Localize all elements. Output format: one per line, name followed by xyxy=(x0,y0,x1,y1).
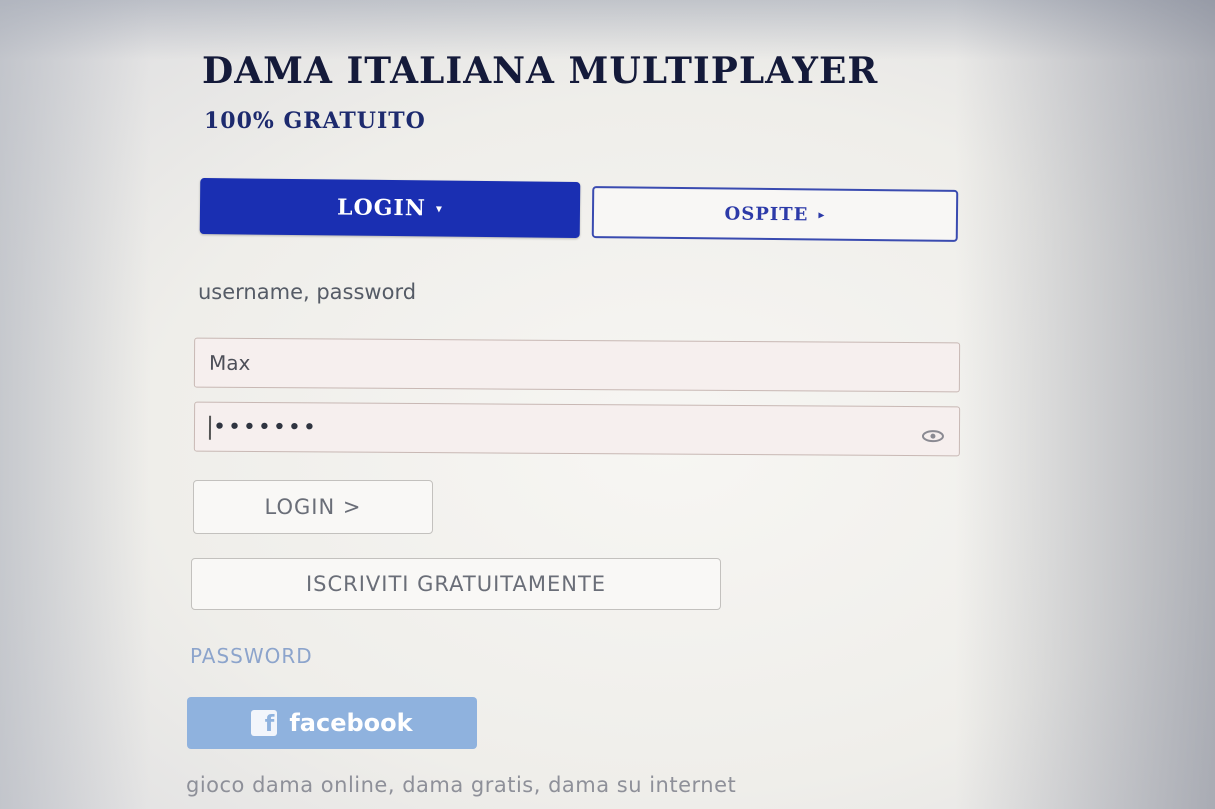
password-recovery-link[interactable]: PASSWORD xyxy=(190,644,313,668)
register-button[interactable]: ISCRIVITI GRATUITAMENTE xyxy=(191,558,721,610)
facebook-label: facebook xyxy=(289,709,413,737)
password-mask: ••••••• xyxy=(212,414,318,440)
text-cursor xyxy=(208,415,212,440)
facebook-icon: f xyxy=(251,710,278,736)
page: DAMA ITALIANA MULTIPLAYER 100% GRATUITO … xyxy=(0,0,1215,809)
username-value: Max xyxy=(208,350,251,376)
tab-login[interactable]: LOGIN ▾ xyxy=(199,178,581,238)
caret-right-icon: ▸ xyxy=(818,207,826,222)
eye-icon[interactable] xyxy=(921,424,945,443)
login-hint: username, password xyxy=(198,280,417,304)
username-field[interactable]: Max xyxy=(193,337,961,393)
footer-keywords: gioco dama online, dama gratis, dama su … xyxy=(186,773,737,797)
tab-guest[interactable]: OSPITE ▸ xyxy=(591,186,959,242)
login-button[interactable]: LOGIN > xyxy=(193,480,433,534)
vignette-right xyxy=(955,0,1215,809)
password-field[interactable]: ••••••• xyxy=(193,401,961,457)
facebook-login-button[interactable]: f facebook xyxy=(187,697,477,749)
caret-down-icon: ▾ xyxy=(435,201,443,216)
password-value: ••••••• xyxy=(208,414,318,440)
tab-login-label: LOGIN xyxy=(336,194,427,222)
page-subtitle: 100% GRATUITO xyxy=(204,108,426,134)
page-title: DAMA ITALIANA MULTIPLAYER xyxy=(202,50,879,92)
tab-guest-label: OSPITE xyxy=(724,202,809,225)
vignette-left xyxy=(0,0,150,809)
